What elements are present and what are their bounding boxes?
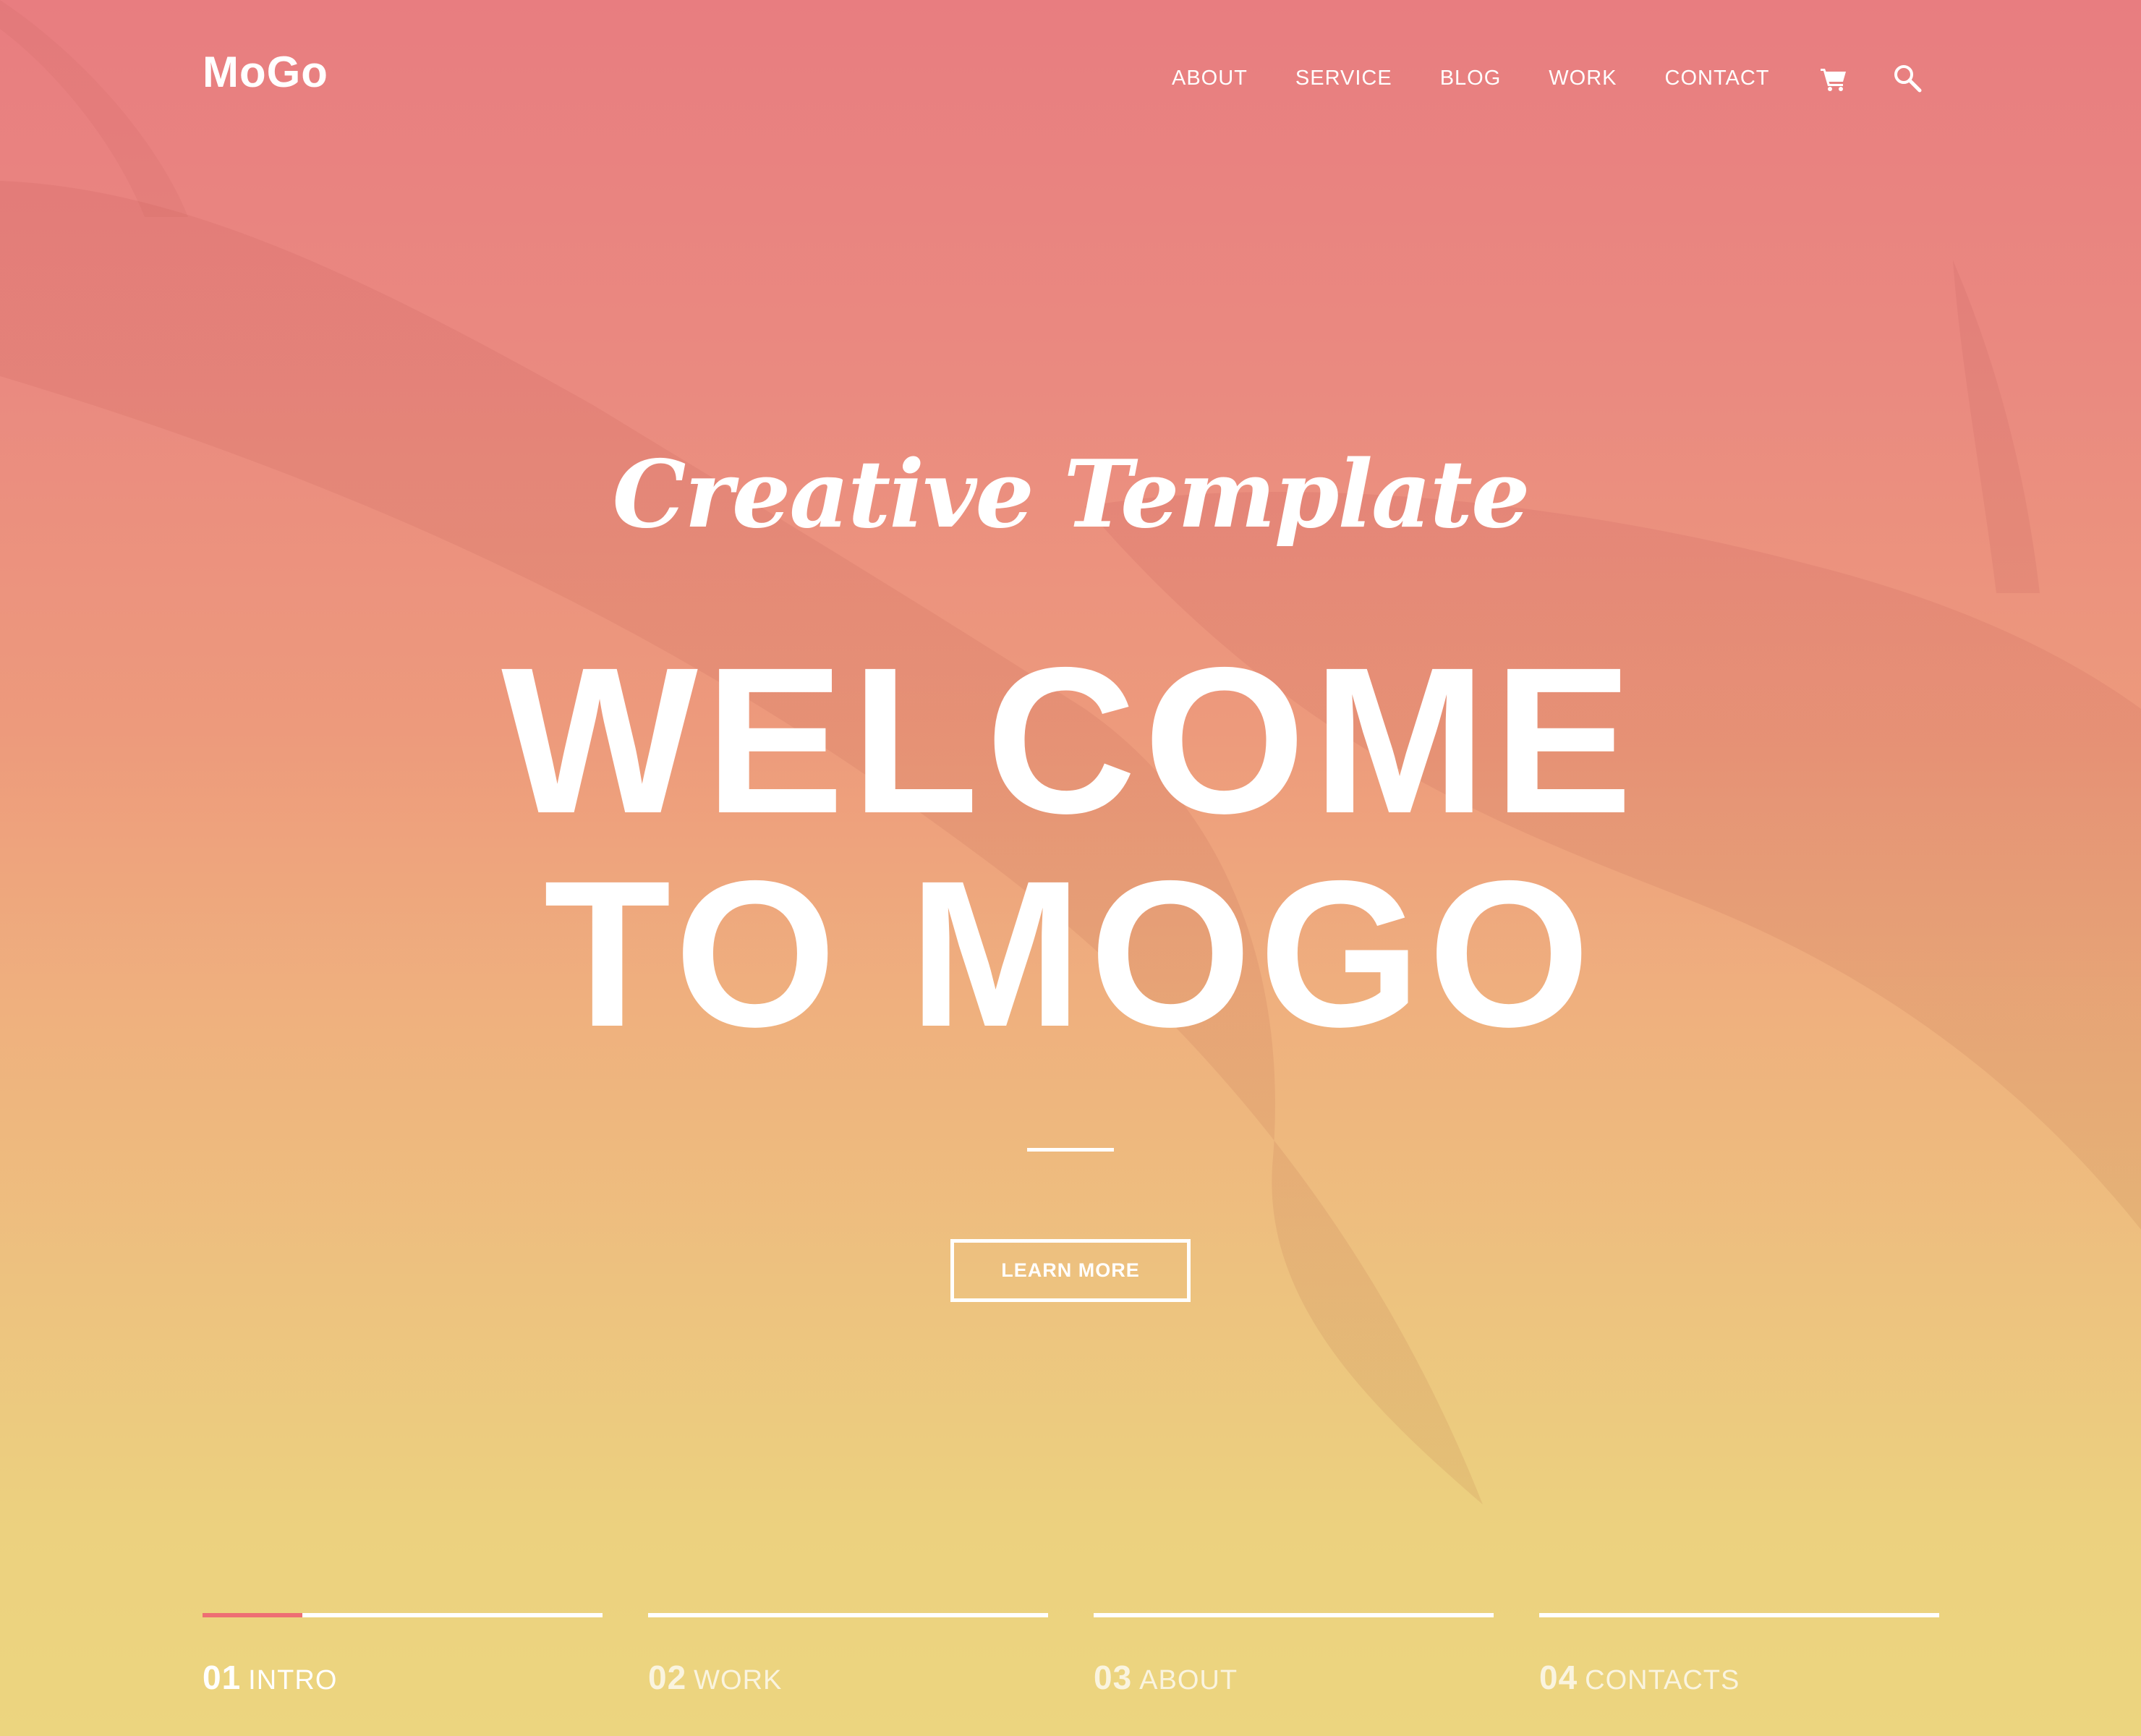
- slider-tab-intro[interactable]: 01 INTRO: [203, 1613, 603, 1707]
- slider-tab-number: 01: [203, 1659, 242, 1696]
- slider-tab-number: 03: [1094, 1659, 1133, 1696]
- hero-subtitle: Creative Template: [612, 441, 1531, 549]
- hero-divider: [1027, 1148, 1114, 1152]
- logo[interactable]: MoGo: [203, 51, 328, 94]
- slider-tab-work[interactable]: 02 WORK: [648, 1613, 1048, 1707]
- slider-tab-track: [1094, 1613, 1494, 1617]
- nav-item-blog[interactable]: BLOG: [1440, 62, 1502, 94]
- slider-tab-track: [648, 1613, 1048, 1617]
- slider-tab-track: [1539, 1613, 1939, 1617]
- learn-more-button[interactable]: LEARN MORE: [950, 1239, 1191, 1302]
- nav-item-service[interactable]: SERVICE: [1295, 62, 1392, 94]
- slider-tab-text: ABOUT: [1139, 1665, 1238, 1695]
- nav-item-about[interactable]: ABOUT: [1172, 62, 1248, 94]
- slider-tab-text: WORK: [694, 1665, 783, 1695]
- hero-title-line-1: WELCOME: [501, 624, 1640, 857]
- cart-icon[interactable]: [1818, 62, 1850, 94]
- slider-tab-label: 02 WORK: [648, 1658, 782, 1697]
- slider-tab-text: INTRO: [248, 1665, 338, 1695]
- slider-tab-label: 04 CONTACTS: [1539, 1658, 1740, 1697]
- slider-tab-progress: [203, 1613, 303, 1617]
- main-nav: ABOUT SERVICE BLOG WORK CONTACT: [1172, 62, 1923, 94]
- slider-tab-number: 02: [648, 1659, 687, 1696]
- slider-tab-about[interactable]: 03 ABOUT: [1094, 1613, 1494, 1707]
- hero-title-line-2: TO MOGO: [543, 838, 1598, 1071]
- slider-tab-number: 04: [1539, 1659, 1578, 1696]
- search-icon[interactable]: [1891, 62, 1923, 94]
- slider-tab-text: CONTACTS: [1585, 1665, 1740, 1695]
- slider-tab-label: 03 ABOUT: [1094, 1658, 1238, 1697]
- nav-item-work[interactable]: WORK: [1549, 62, 1617, 94]
- slider-tab-contacts[interactable]: 04 CONTACTS: [1539, 1613, 1939, 1707]
- slider-tab-label: 01 INTRO: [203, 1658, 337, 1697]
- nav-item-contact[interactable]: CONTACT: [1665, 62, 1770, 94]
